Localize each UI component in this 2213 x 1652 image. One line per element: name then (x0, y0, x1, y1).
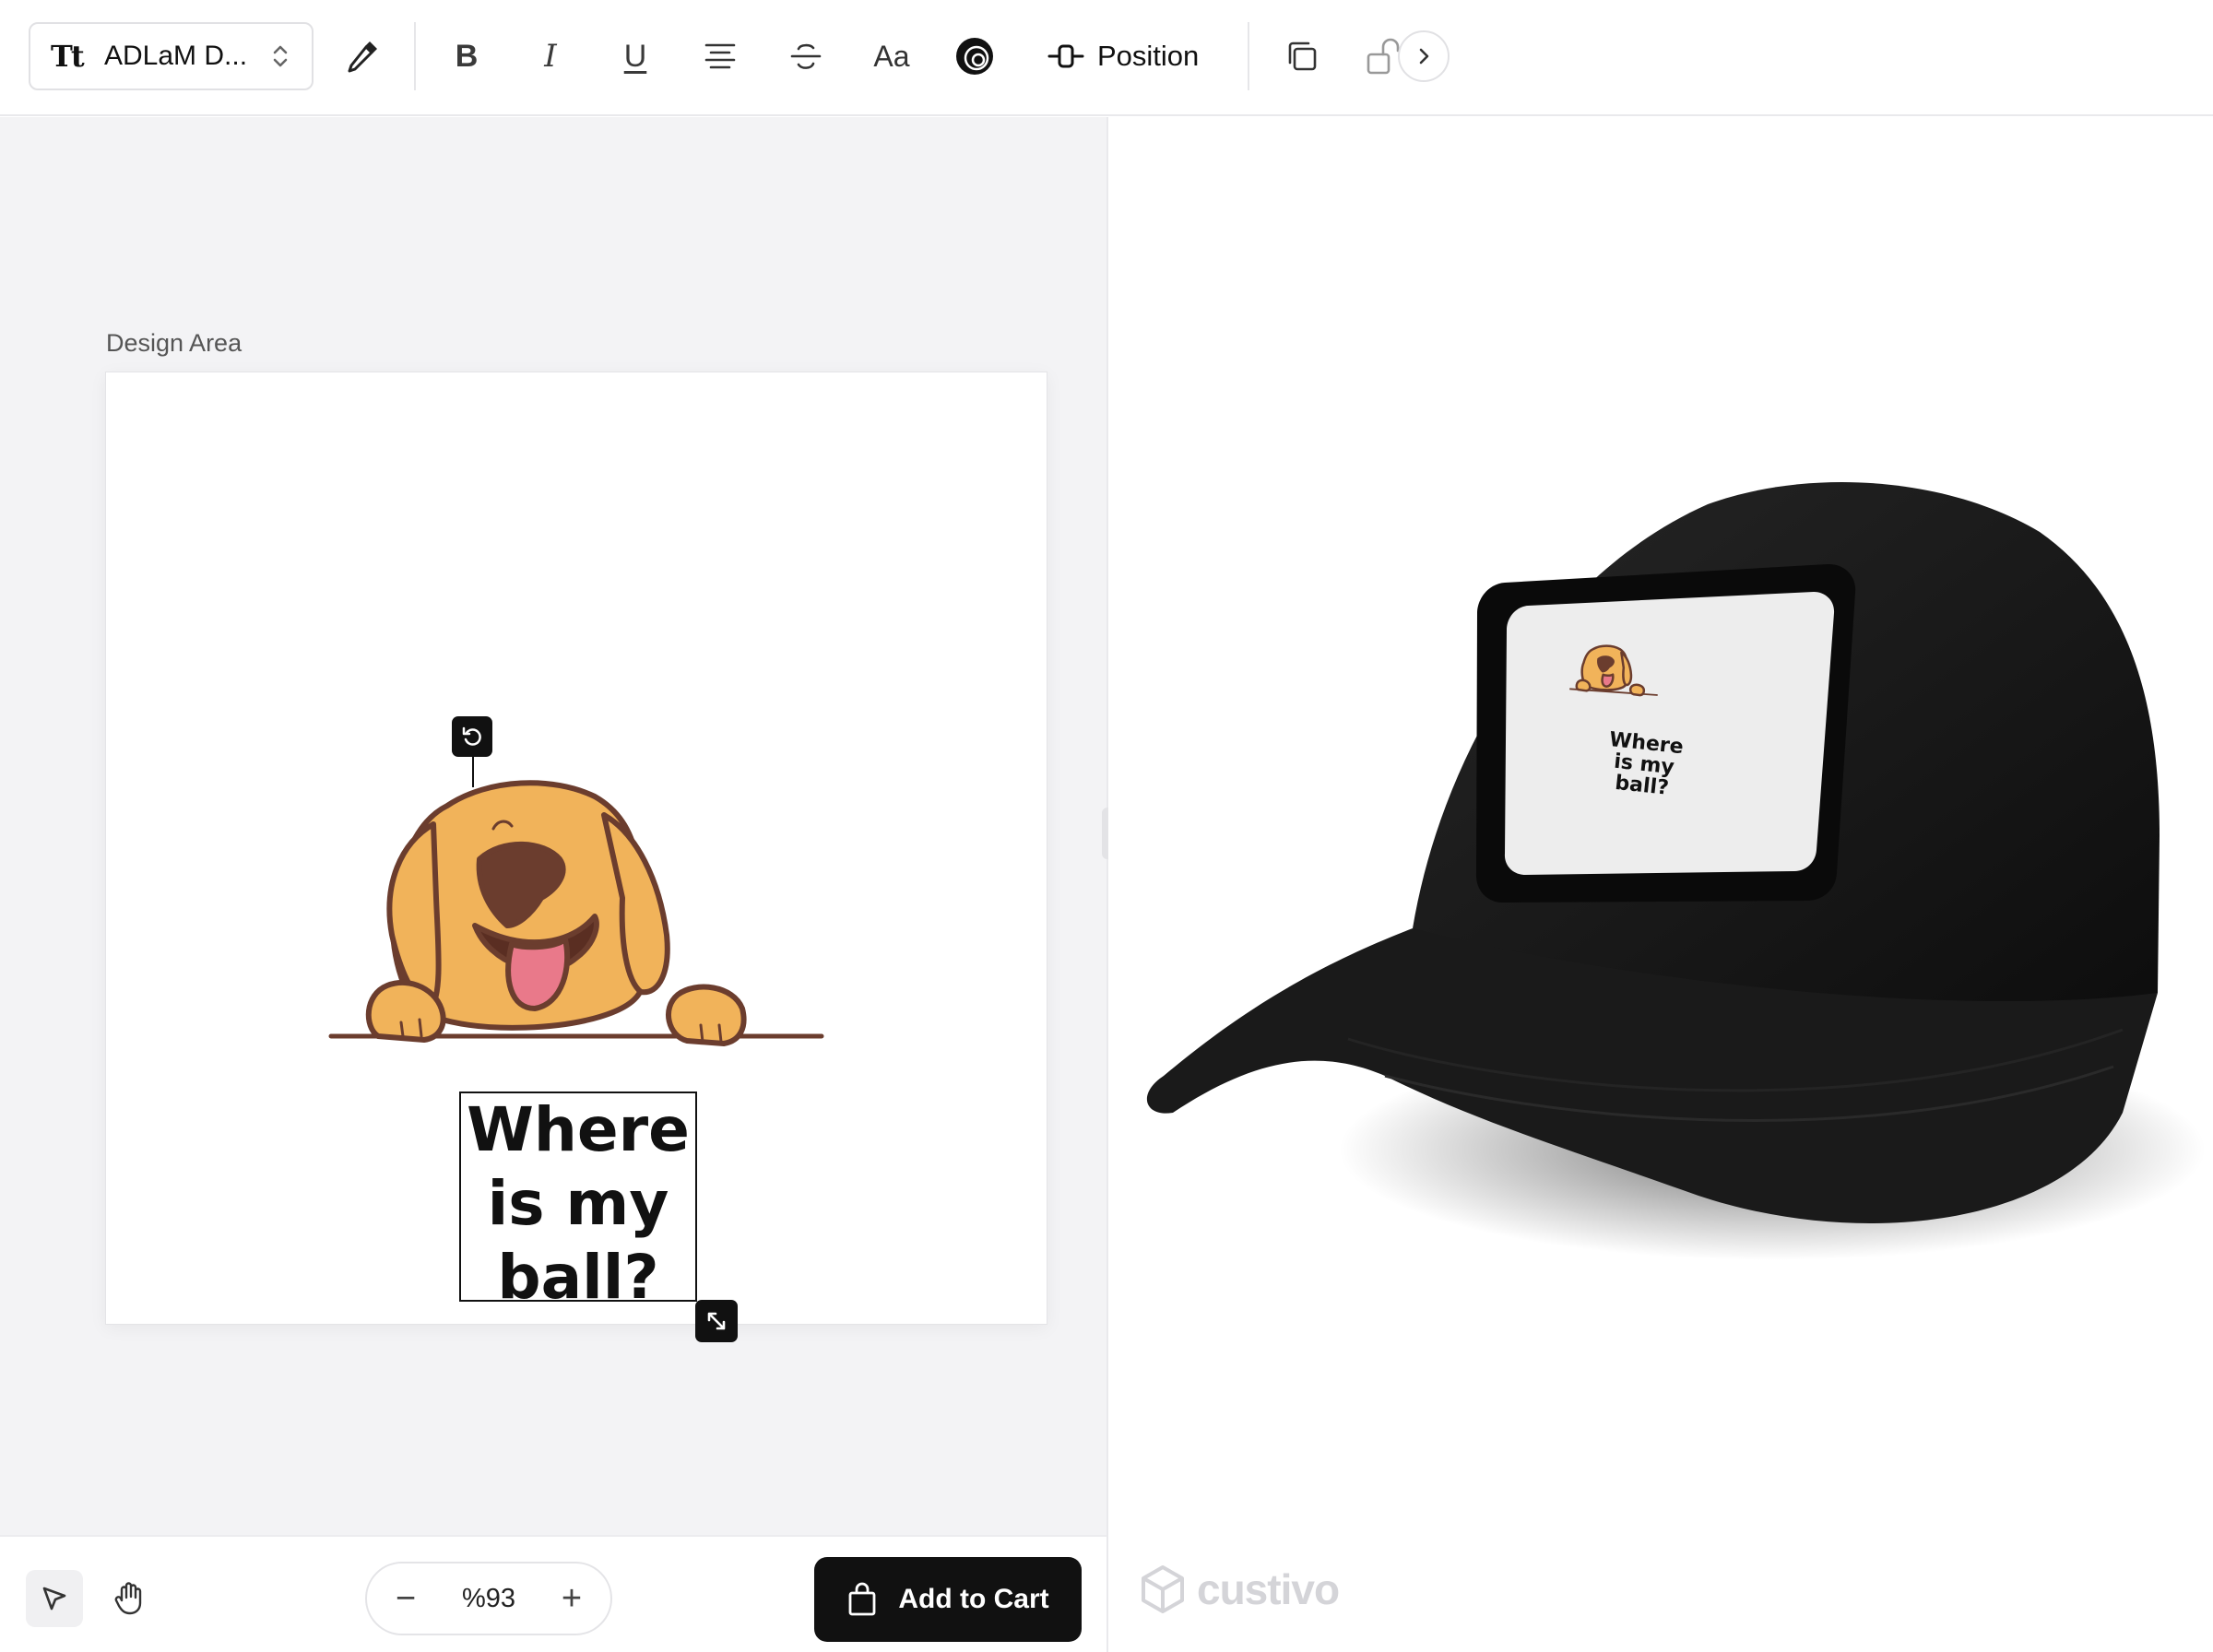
font-family-select[interactable]: Tt ADLaM D... (29, 22, 314, 90)
brand-watermark: custivo (1140, 1564, 1340, 1614)
eyedropper-icon[interactable] (336, 30, 389, 83)
text-case-icon: Aa (873, 39, 910, 73)
pan-tool-button[interactable] (101, 1570, 159, 1627)
position-button[interactable]: Position (1047, 30, 1199, 83)
toolbar-divider (414, 22, 416, 90)
pointer-icon (42, 1587, 66, 1611)
product-preview: Where is my ball? custivo (1108, 117, 2213, 1652)
top-toolbar: Tt ADLaM D... B I U Aa Position (0, 0, 2213, 116)
italic-icon: I (544, 38, 557, 75)
resize-handle[interactable] (695, 1300, 738, 1342)
rotate-icon (462, 726, 481, 746)
toolbar-more-button[interactable] (1398, 30, 1450, 82)
italic-button[interactable]: I (524, 30, 577, 83)
text-effect-button[interactable] (948, 30, 1001, 83)
cube-logo-icon (1142, 1565, 1184, 1613)
duplicate-button[interactable] (1275, 30, 1329, 83)
brand-name: custivo (1197, 1565, 1340, 1613)
text-case-button[interactable]: Aa (865, 30, 918, 83)
add-to-cart-label: Add to Cart (898, 1584, 1049, 1614)
align-center-icon (704, 43, 736, 69)
hand-icon (114, 1582, 142, 1615)
lock-icon (1367, 38, 1400, 75)
strikethrough-button[interactable] (779, 30, 833, 83)
design-area-label: Design Area (106, 329, 243, 357)
position-icon (1047, 44, 1084, 68)
rotate-handle-stem (472, 754, 474, 787)
strikethrough-icon (790, 43, 822, 69)
zoom-out-button[interactable]: − (387, 1579, 424, 1618)
bottom-bar: − %93 + Add to Cart (0, 1535, 1106, 1652)
select-tool-button[interactable] (26, 1570, 83, 1627)
zoom-in-button[interactable]: + (553, 1579, 590, 1618)
design-canvas[interactable]: Where is my ball? (105, 372, 1047, 1342)
zoom-value: %93 (461, 1583, 516, 1613)
spiral-effect-icon (956, 38, 993, 75)
editor-panel: Design Area Where is my ball? (0, 117, 1106, 1535)
selected-text-box[interactable]: Where is my ball? (459, 1092, 697, 1313)
duplicate-icon (1288, 41, 1317, 71)
shopping-bag-icon (848, 1582, 876, 1616)
rotate-handle[interactable] (452, 716, 492, 757)
zoom-control: − %93 + (365, 1562, 612, 1635)
text-type-icon: Tt (51, 39, 85, 74)
font-family-value: ADLaM D... (104, 41, 248, 71)
chevron-right-icon (1419, 48, 1429, 65)
bold-icon: B (455, 38, 479, 74)
dog-illustration[interactable] (327, 778, 825, 1064)
chevron-updown-icon (273, 45, 288, 67)
add-to-cart-button[interactable]: Add to Cart (814, 1557, 1082, 1642)
resize-diagonal-icon (707, 1312, 726, 1330)
bold-button[interactable]: B (440, 30, 493, 83)
underline-button[interactable]: U (609, 30, 662, 83)
toolbar-divider (1248, 22, 1249, 90)
align-center-button[interactable] (693, 30, 747, 83)
cap-mockup-image (1146, 482, 2206, 1260)
underline-icon: U (623, 38, 647, 74)
design-text-element[interactable]: Where is my ball? (461, 1093, 695, 1313)
position-label: Position (1097, 40, 1200, 72)
